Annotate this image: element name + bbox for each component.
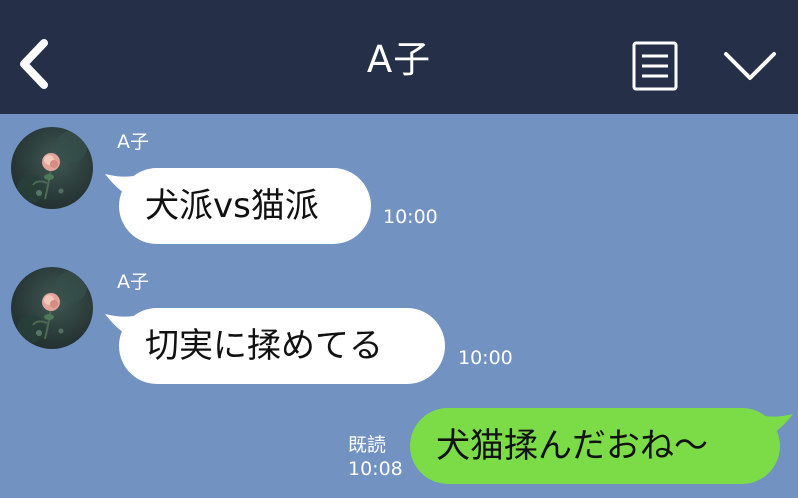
avatar[interactable] xyxy=(11,267,93,349)
message-bubble[interactable]: 犬派vs猫派 xyxy=(119,168,371,244)
message-bubble[interactable]: 犬猫揉んだおね〜 xyxy=(410,408,780,484)
expand-button[interactable] xyxy=(722,48,778,84)
message-time: 10:00 xyxy=(458,347,513,369)
sender-name: A子 xyxy=(117,271,149,293)
chat-area[interactable]: A子 犬派vs猫派 10:00 A子 切実に揉めてる 10:00 既読 10:0… xyxy=(0,114,798,498)
avatar[interactable] xyxy=(11,127,93,209)
message-time: 10:08 xyxy=(348,458,403,480)
rose-avatar-icon xyxy=(17,131,87,203)
chat-title: A子 xyxy=(366,38,432,81)
message-time: 10:00 xyxy=(383,206,438,228)
sender-name: A子 xyxy=(117,131,149,153)
document-list-icon xyxy=(632,41,678,91)
read-receipt: 既読 xyxy=(348,434,387,456)
chevron-down-icon xyxy=(724,52,776,80)
menu-button[interactable] xyxy=(632,41,678,91)
bubble-tail xyxy=(765,414,793,438)
chat-header: A子 xyxy=(0,0,798,114)
rose-avatar-icon xyxy=(17,271,87,343)
message-bubble[interactable]: 切実に揉めてる xyxy=(119,308,445,384)
